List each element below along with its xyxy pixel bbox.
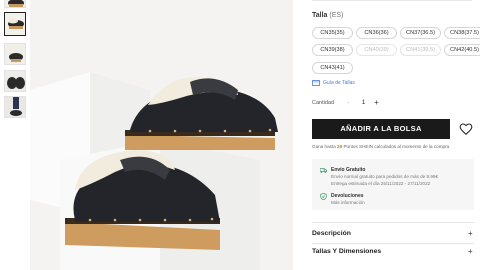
size-dimensions-expand-icon[interactable]: + (468, 247, 473, 256)
size-option[interactable]: CN37(36.5) (400, 27, 441, 39)
size-option[interactable]: CN38(37.5) (444, 27, 480, 39)
free-shipping-row: Envío Gratuito Envío normal gratuito par… (320, 167, 438, 187)
ruler-icon (312, 80, 320, 86)
returns-row: Devoluciones Más información (320, 193, 365, 206)
size-option[interactable]: CN39(38) (312, 44, 353, 56)
quantity-label: Cantidad (312, 100, 335, 106)
product-details-panel: Talla (ES) CN35(35) CN36(36) CN37(36.5) CN3… (304, 0, 480, 270)
size-option[interactable]: CN43(41) (312, 62, 353, 74)
size-option[interactable]: CN36(36) (356, 27, 397, 39)
thumbnail-strip (4, 0, 28, 270)
thumbnail-1[interactable] (4, 0, 26, 8)
delivery-estimate: Entrega estimada el día 25/11/2022 - 27/… (331, 181, 431, 186)
quantity-decrease-button[interactable]: - (344, 99, 353, 108)
size-label: Talla (ES) (312, 12, 344, 19)
size-option: CN40(39) (356, 44, 397, 56)
size-guide-link[interactable]: Guía de Tallas (312, 80, 355, 86)
shield-check-icon (320, 193, 327, 200)
wishlist-heart-icon[interactable] (459, 122, 473, 136)
thumbnail-3[interactable] (4, 43, 26, 65)
thumbnail-5[interactable] (4, 96, 26, 118)
description-accordion[interactable]: Descripción (312, 230, 351, 237)
size-option: CN41(39.5) (400, 44, 441, 56)
product-main-image[interactable] (30, 0, 293, 270)
quantity-increase-button[interactable]: + (372, 99, 381, 108)
size-option[interactable]: CN35(35) (312, 27, 353, 39)
top-divider (312, 0, 472, 1)
clog-shoes-illustration (30, 0, 293, 270)
description-expand-icon[interactable]: + (468, 229, 473, 238)
points-info: Gana hasta 26 Puntos SHEIN calculados al… (312, 144, 450, 149)
thumbnail-2[interactable] (4, 12, 26, 36)
returns-title: Devoluciones (331, 193, 364, 199)
size-dimensions-accordion[interactable]: Tallas Y Dimensiones (312, 248, 381, 255)
free-shipping-detail: Envío normal gratuito para pedidos de má… (331, 174, 438, 179)
accordion-divider (312, 222, 474, 223)
truck-icon (320, 168, 327, 173)
quantity-value[interactable]: 1 (359, 98, 368, 108)
accordion-divider (312, 243, 474, 244)
returns-more-info-link[interactable]: Más información (331, 200, 365, 206)
size-guide-label: Guía de Tallas (323, 80, 355, 86)
free-shipping-title: Envío Gratuito (331, 167, 366, 173)
thumbnail-4[interactable] (4, 70, 26, 92)
add-to-bag-button[interactable]: AÑADIR A LA BOLSA (312, 119, 450, 139)
size-option[interactable]: CN42(40.5) (444, 44, 480, 56)
shipping-info-box: Envío Gratuito Envío normal gratuito par… (312, 159, 474, 210)
